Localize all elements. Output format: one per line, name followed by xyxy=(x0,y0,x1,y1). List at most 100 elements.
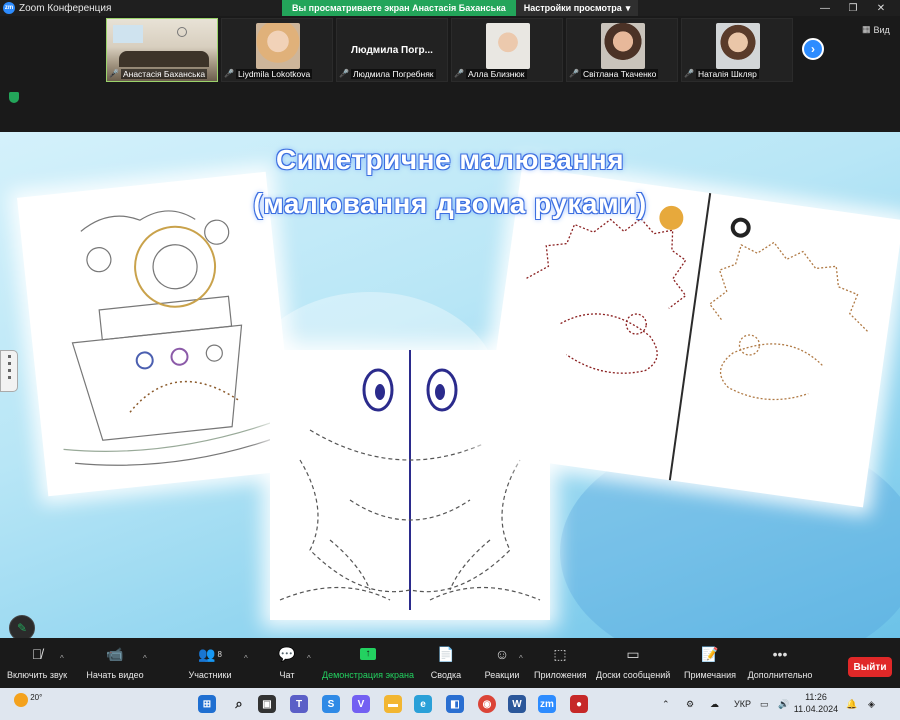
sun-icon xyxy=(14,693,28,707)
view-button[interactable]: ▦ Вид xyxy=(862,24,890,35)
participant-name: Людмила Погребняк xyxy=(350,68,436,79)
participant-name: Світлана Ткаченко xyxy=(580,68,659,79)
store-icon[interactable]: ◧ xyxy=(446,695,464,713)
language-indicator[interactable]: УКР xyxy=(734,688,751,720)
share-banner: Вы просматриваете экран Анастасія Баханс… xyxy=(282,0,639,16)
file-explorer-icon[interactable]: ▬ xyxy=(384,695,402,713)
reactions-button[interactable]: ☺ Реакции xyxy=(482,644,522,680)
whiteboards-button[interactable]: ▭ Доски сообщений xyxy=(596,644,670,681)
viber-icon[interactable]: V xyxy=(352,695,370,713)
participant-tile[interactable]: 🎤 Liydmila Lokotkova xyxy=(221,18,333,82)
share-screen-button[interactable]: ↑ Демонстрация экрана xyxy=(322,644,414,680)
screen-recorder-icon[interactable]: ● xyxy=(570,695,588,713)
ship-coloring-card xyxy=(17,171,297,497)
ship-drawing xyxy=(63,210,279,466)
weather-widget[interactable]: 20° xyxy=(14,693,42,707)
chevron-down-icon: ▾ xyxy=(625,2,631,13)
participant-name: Наталія Шкляр xyxy=(695,68,759,79)
participant-tile[interactable]: 🎤 Наталія Шкляр xyxy=(681,18,793,82)
view-label: Вид xyxy=(873,24,890,35)
audio-label: Включить звук xyxy=(6,670,68,680)
search-icon[interactable]: ⌕ xyxy=(230,695,248,713)
next-page-button[interactable]: › xyxy=(802,38,824,60)
video-button[interactable]: 📹 Начать видео xyxy=(84,644,146,681)
notes-label: Примечания xyxy=(684,670,736,680)
participants-options-caret[interactable]: ^ xyxy=(244,654,248,663)
network-icon[interactable]: ⚙ xyxy=(686,688,694,720)
chat-options-caret[interactable]: ^ xyxy=(307,654,311,663)
minimize-button[interactable]: — xyxy=(810,0,840,16)
summary-button[interactable]: 📄 Сводка xyxy=(426,644,466,681)
participants-icon: 👥 xyxy=(198,645,216,662)
notifications-icon[interactable]: 🔔 xyxy=(846,688,857,720)
windows-taskbar: 20° ⊞ ⌕ ▣ T S V ▬ e ◧ ◉ W zm ● ⌃ ⚙ ☁ УКР… xyxy=(0,688,900,720)
skype-icon[interactable]: S xyxy=(322,695,340,713)
tray-overflow-icon[interactable]: ⌃ xyxy=(662,688,670,720)
participant-video xyxy=(716,23,760,69)
participant-video xyxy=(486,23,530,69)
whiteboard-icon: ▭ xyxy=(626,645,640,662)
clock[interactable]: 11:26 11.04.2024 xyxy=(792,691,840,715)
view-settings-button[interactable]: Настройки просмотра ▾ xyxy=(515,0,639,16)
sync-icon[interactable]: ☁ xyxy=(710,688,719,720)
microphone-muted-icon: 🎤 xyxy=(224,69,234,78)
more-dots-icon: ••• xyxy=(772,646,788,662)
task-view-icon[interactable]: ▣ xyxy=(258,695,276,713)
shared-screen: Симетричне малювання (малювання двома ру… xyxy=(0,132,900,638)
notes-icon: 📝 xyxy=(701,645,719,662)
summary-label: Сводка xyxy=(430,670,462,680)
clock-time: 11:26 xyxy=(805,692,827,702)
participant-name-bar: 🎤 Світлана Ткаченко xyxy=(569,68,675,79)
grid-icon: ▦ xyxy=(862,24,871,34)
start-icon[interactable]: ⊞ xyxy=(198,695,216,713)
chat-button[interactable]: 💬 Чат xyxy=(272,644,302,681)
participant-tile[interactable]: Людмила Погр... 🎤 Людмила Погребняк xyxy=(336,18,448,82)
volume-icon[interactable]: 🔊 xyxy=(778,688,789,720)
chevron-right-icon: › xyxy=(811,42,815,56)
maximize-button[interactable]: ❐ xyxy=(838,0,868,16)
edge-icon[interactable]: e xyxy=(414,695,432,713)
participant-display-name: Людмила Погр... xyxy=(351,45,433,56)
video-off-icon: 📹 xyxy=(106,645,124,662)
reactions-label: Реакции xyxy=(484,670,520,680)
participants-button[interactable]: 👥 8 Участники xyxy=(182,644,238,681)
more-label: Дополнительно xyxy=(747,670,813,680)
apps-label: Приложения xyxy=(534,670,587,680)
microphone-muted-icon: 🎤 xyxy=(569,69,579,78)
microphone-icon: 🎤 xyxy=(109,69,119,78)
clock-date: 11.04.2024 xyxy=(793,704,839,714)
apps-button[interactable]: ⬚ Приложения xyxy=(534,644,587,681)
security-shield-icon[interactable] xyxy=(9,92,19,103)
notes-button[interactable]: 📝 Примечания xyxy=(682,644,738,681)
participant-name-bar: 🎤 Алла Близнюк xyxy=(454,68,560,79)
audio-button[interactable]: 🎙̸ Включить звук xyxy=(6,644,68,680)
copilot-icon[interactable]: ◈ xyxy=(868,688,875,720)
participant-name-bar: 🎤 Анастасія Баханська xyxy=(109,68,215,79)
window-title: Zoom Конференция xyxy=(19,2,112,14)
share-screen-label: Демонстрация экрана xyxy=(322,670,414,680)
teams-icon[interactable]: T xyxy=(290,695,308,713)
display-icon[interactable]: ▭ xyxy=(760,688,769,720)
microphone-muted-icon: 🎙̸ xyxy=(31,646,43,662)
participant-tile[interactable]: 🎤 Анастасія Баханська xyxy=(106,18,218,82)
video-label: Начать видео xyxy=(86,670,144,680)
participant-name: Анастасія Баханська xyxy=(120,68,208,79)
participant-name: Алла Близнюк xyxy=(465,68,527,79)
participant-tile[interactable]: 🎤 Світлана Ткаченко xyxy=(566,18,678,82)
share-screen-icon: ↑ xyxy=(322,644,414,664)
participant-tile[interactable]: 🎤 Алла Близнюк xyxy=(451,18,563,82)
more-button[interactable]: ••• Дополнительно xyxy=(746,644,814,680)
video-options-caret[interactable]: ^ xyxy=(143,654,147,663)
leave-button[interactable]: Выйти xyxy=(848,657,892,677)
chrome-icon[interactable]: ◉ xyxy=(478,695,496,713)
reactions-options-caret[interactable]: ^ xyxy=(519,654,523,663)
slide-title-line2: (малювання двома руками) xyxy=(253,188,647,219)
audio-options-caret[interactable]: ^ xyxy=(60,654,64,663)
close-button[interactable]: ✕ xyxy=(866,0,896,16)
participants-count: 8 xyxy=(217,649,222,659)
floating-panel-handle[interactable] xyxy=(0,350,18,392)
word-icon[interactable]: W xyxy=(508,695,526,713)
zoom-taskbar-icon[interactable]: zm xyxy=(538,695,556,713)
view-settings-label: Настройки просмотра xyxy=(523,3,622,13)
participant-video xyxy=(256,23,300,69)
